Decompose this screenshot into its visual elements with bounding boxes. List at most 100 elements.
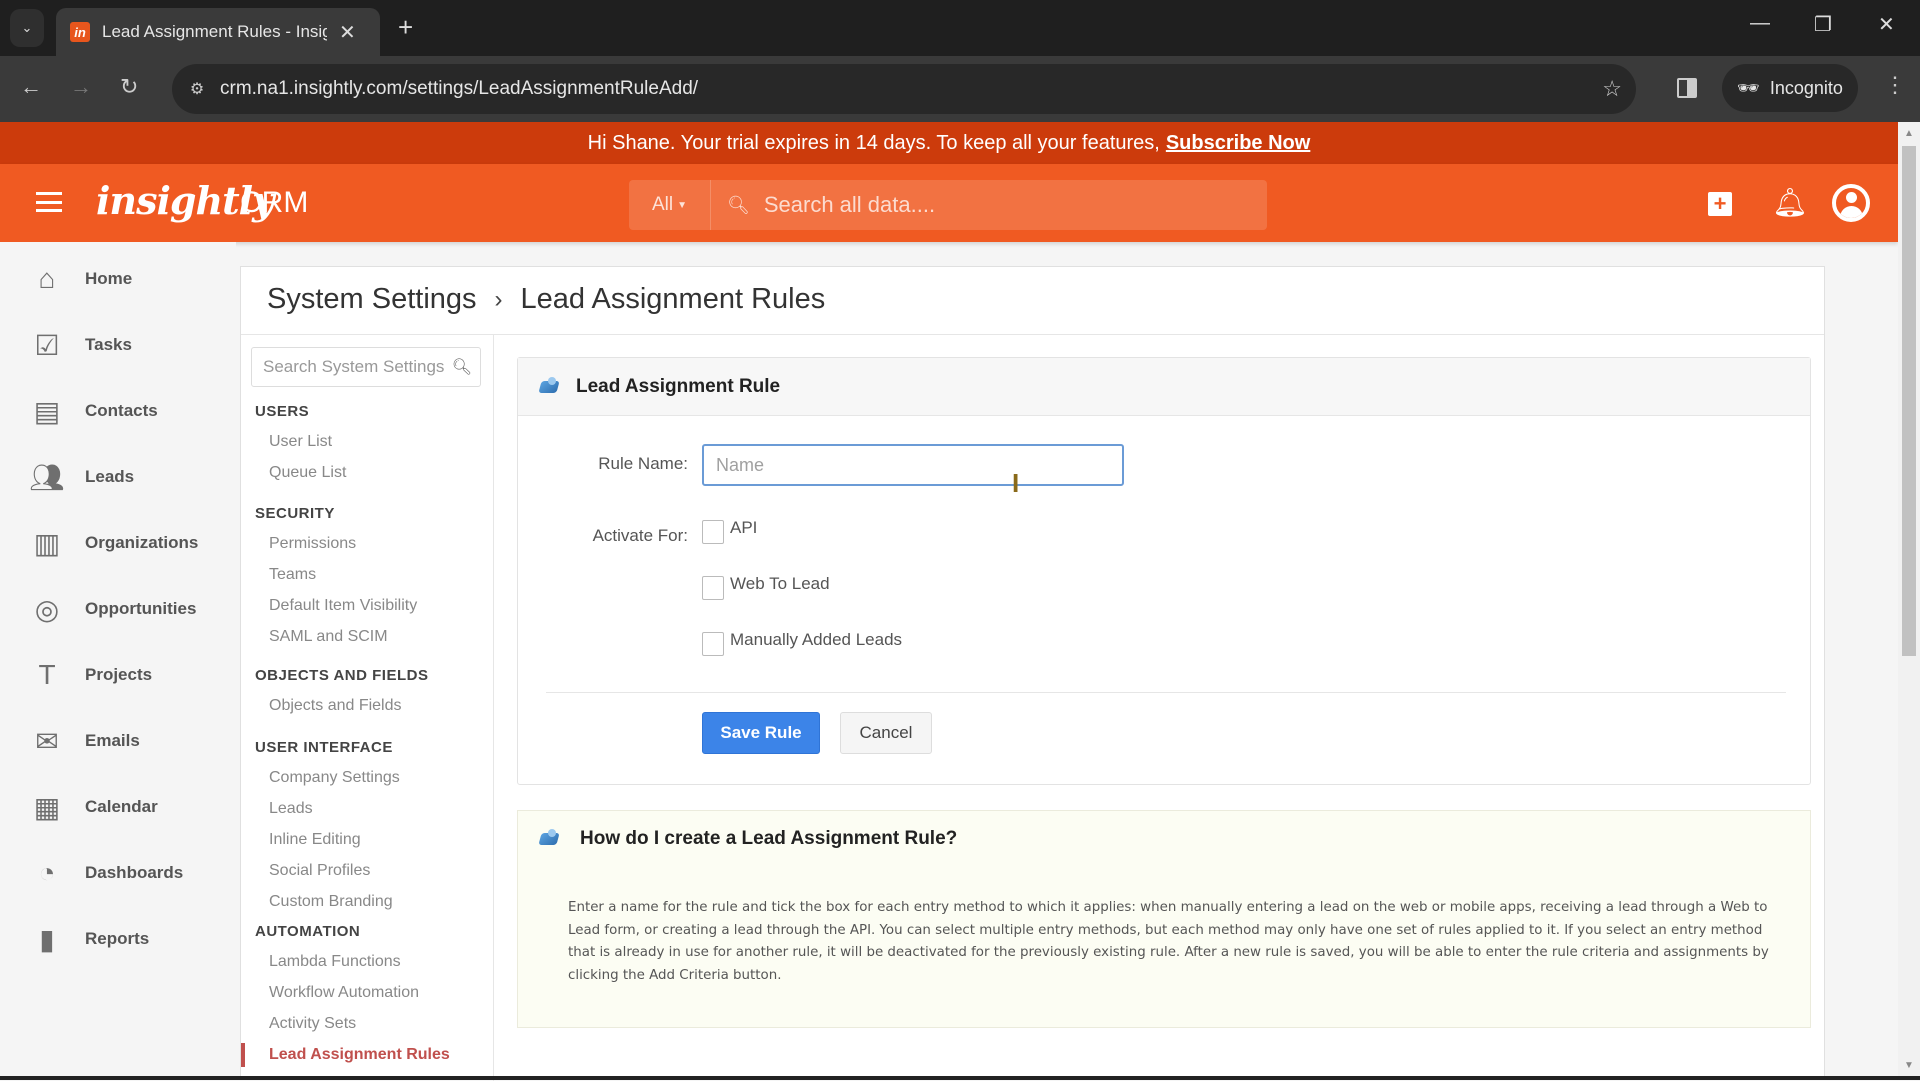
sidebar-item-dashboards[interactable]: ◔ Dashboards: [0, 848, 236, 898]
url-text[interactable]: crm.na1.insightly.com/settings/LeadAssig…: [220, 78, 698, 100]
settings-link-company-settings[interactable]: Company Settings: [269, 769, 400, 787]
sidebar-item-home[interactable]: ⌂ Home: [0, 254, 236, 304]
breadcrumb-system-settings[interactable]: System Settings: [267, 283, 477, 316]
settings-link-user-list[interactable]: User List: [269, 433, 332, 451]
settings-link-leads[interactable]: Leads: [269, 800, 313, 818]
quick-add-icon[interactable]: +: [1708, 192, 1732, 216]
settings-link-activity-sets[interactable]: Activity Sets: [269, 1015, 356, 1033]
settings-link-default-item-visibility[interactable]: Default Item Visibility: [269, 597, 417, 615]
browser-tab[interactable]: in Lead Assignment Rules - Insightly ✕: [56, 8, 380, 56]
settings-link-workflow-automation[interactable]: Workflow Automation: [269, 984, 419, 1002]
home-icon: ⌂: [38, 263, 56, 294]
settings-link-custom-branding[interactable]: Custom Branding: [269, 893, 393, 911]
sidebar-item-reports[interactable]: ▮ Reports: [0, 914, 236, 964]
scrollbar-thumb[interactable]: [1902, 146, 1916, 656]
api-checkbox[interactable]: [702, 520, 724, 544]
settings-section-heading: SECURITY: [255, 505, 335, 522]
global-search: All ▼ 🔍︎ Search all data....: [629, 180, 1267, 230]
minimize-icon[interactable]: —: [1750, 12, 1770, 35]
hamburger-menu-icon[interactable]: [36, 192, 62, 212]
sidebar-item-label: Emails: [85, 731, 140, 750]
product-name: CRM: [240, 186, 309, 219]
manually-added-leads-checkbox[interactable]: [702, 632, 724, 656]
manually-added-leads-label[interactable]: Manually Added Leads: [730, 630, 902, 650]
sidebar-item-calendar[interactable]: ▦ Calendar: [0, 782, 236, 832]
restore-icon[interactable]: ❐: [1814, 12, 1832, 37]
incognito-badge[interactable]: 🕶 Incognito: [1722, 64, 1858, 112]
search-scope-dropdown[interactable]: All ▼: [629, 180, 711, 230]
new-tab-button[interactable]: +: [398, 12, 413, 43]
dashboards-icon: ◔: [38, 857, 56, 888]
bookmark-star-icon[interactable]: ☆: [1602, 76, 1622, 102]
settings-link-inline-editing[interactable]: Inline Editing: [269, 831, 361, 849]
user-avatar-icon[interactable]: [1832, 184, 1870, 222]
sidebar-item-contacts[interactable]: ▤ Contacts: [0, 386, 236, 436]
text-cursor-icon: I: [1012, 468, 1020, 498]
incognito-label: Incognito: [1769, 77, 1843, 98]
tasks-icon: ☑: [34, 329, 60, 361]
option-api[interactable]: API: [702, 518, 757, 544]
scroll-up-icon[interactable]: ▲: [1904, 128, 1914, 139]
taskbar-edge: [0, 1076, 1920, 1080]
settings-link-permissions[interactable]: Permissions: [269, 535, 356, 553]
forward-icon[interactable]: →: [70, 74, 92, 100]
settings-link-lead-assignment-rules[interactable]: Lead Assignment Rules: [269, 1046, 450, 1064]
rule-name-input[interactable]: [702, 444, 1124, 486]
calendar-icon: ▦: [33, 791, 61, 823]
leads-icon: 👥︎: [29, 461, 65, 493]
global-search-input[interactable]: 🔍︎ Search all data....: [711, 180, 1267, 230]
web-to-lead-label[interactable]: Web To Lead: [730, 574, 830, 594]
search-scope-label: All: [651, 194, 674, 215]
settings-search-input[interactable]: Search System Settings 🔍︎: [251, 347, 481, 387]
sidebar-item-projects[interactable]: T Projects: [0, 650, 236, 700]
side-panel-icon[interactable]: [1677, 78, 1697, 98]
help-header: How do I create a Lead Assignment Rule?: [518, 811, 1810, 867]
site-settings-icon[interactable]: ⚙: [182, 74, 212, 104]
help-body: Enter a name for the rule and tick the b…: [568, 900, 1769, 983]
divider: [546, 692, 1786, 693]
settings-link-lambda-functions[interactable]: Lambda Functions: [269, 953, 401, 971]
settings-section-heading: USERS: [255, 403, 310, 420]
address-bar[interactable]: ⚙ crm.na1.insightly.com/settings/LeadAss…: [172, 64, 1636, 114]
contacts-icon: ▤: [33, 395, 61, 427]
caret-down-icon: ▼: [677, 199, 688, 211]
trial-banner: Hi Shane. Your trial expires in 14 days.…: [0, 122, 1898, 164]
back-icon[interactable]: ←: [20, 74, 42, 100]
reports-icon: ▮: [39, 923, 55, 955]
option-web-to-lead[interactable]: Web To Lead: [702, 574, 830, 600]
sidebar-item-leads[interactable]: 👥︎ Leads: [0, 452, 236, 502]
page-scrollbar[interactable]: ▲ ▼: [1898, 122, 1920, 1080]
window-close-icon[interactable]: ✕: [1878, 12, 1895, 37]
settings-link-teams[interactable]: Teams: [269, 566, 316, 584]
sidebar-item-organizations[interactable]: ▥ Organizations: [0, 518, 236, 568]
scroll-down-icon[interactable]: ▼: [1904, 1060, 1914, 1071]
settings-link-queue-list[interactable]: Queue List: [269, 464, 346, 482]
app-header: insightly CRM All ▼ 🔍︎ Search all data..…: [0, 164, 1898, 242]
workflow-icon: [538, 829, 562, 849]
api-label[interactable]: API: [730, 518, 757, 538]
sidebar-item-label: Dashboards: [85, 863, 184, 882]
breadcrumb: System Settings › Lead Assignment Rules: [267, 283, 825, 316]
sidebar-item-label: Contacts: [85, 401, 158, 420]
settings-search-placeholder: Search System Settings: [263, 357, 445, 376]
save-rule-button[interactable]: Save Rule: [702, 712, 820, 754]
settings-link-social-profiles[interactable]: Social Profiles: [269, 862, 370, 880]
tab-list-button[interactable]: ⌄: [10, 9, 44, 47]
browser-menu-icon[interactable]: ⋮: [1884, 72, 1906, 98]
activate-for-label: Activate For:: [592, 526, 688, 545]
notifications-bell-icon[interactable]: 🔔︎: [1772, 186, 1808, 219]
sidebar-item-opportunities[interactable]: ◎ Opportunities: [0, 584, 236, 634]
breadcrumb-current: Lead Assignment Rules: [520, 283, 826, 315]
web-to-lead-checkbox[interactable]: [702, 576, 724, 600]
settings-link-saml-and-scim[interactable]: SAML and SCIM: [269, 628, 388, 646]
form-header: Lead Assignment Rule: [518, 358, 1810, 416]
cancel-button[interactable]: Cancel: [840, 712, 932, 754]
sidebar-item-tasks[interactable]: ☑ Tasks: [0, 320, 236, 370]
settings-link-objects-and-fields[interactable]: Objects and Fields: [269, 697, 402, 715]
emails-icon: ✉: [35, 725, 59, 757]
sidebar-item-emails[interactable]: ✉ Emails: [0, 716, 236, 766]
close-tab-icon[interactable]: ✕: [339, 20, 356, 45]
reload-icon[interactable]: ↻: [120, 74, 138, 100]
subscribe-now-link[interactable]: Subscribe Now: [1166, 132, 1310, 155]
option-manually-added-leads[interactable]: Manually Added Leads: [702, 630, 902, 656]
